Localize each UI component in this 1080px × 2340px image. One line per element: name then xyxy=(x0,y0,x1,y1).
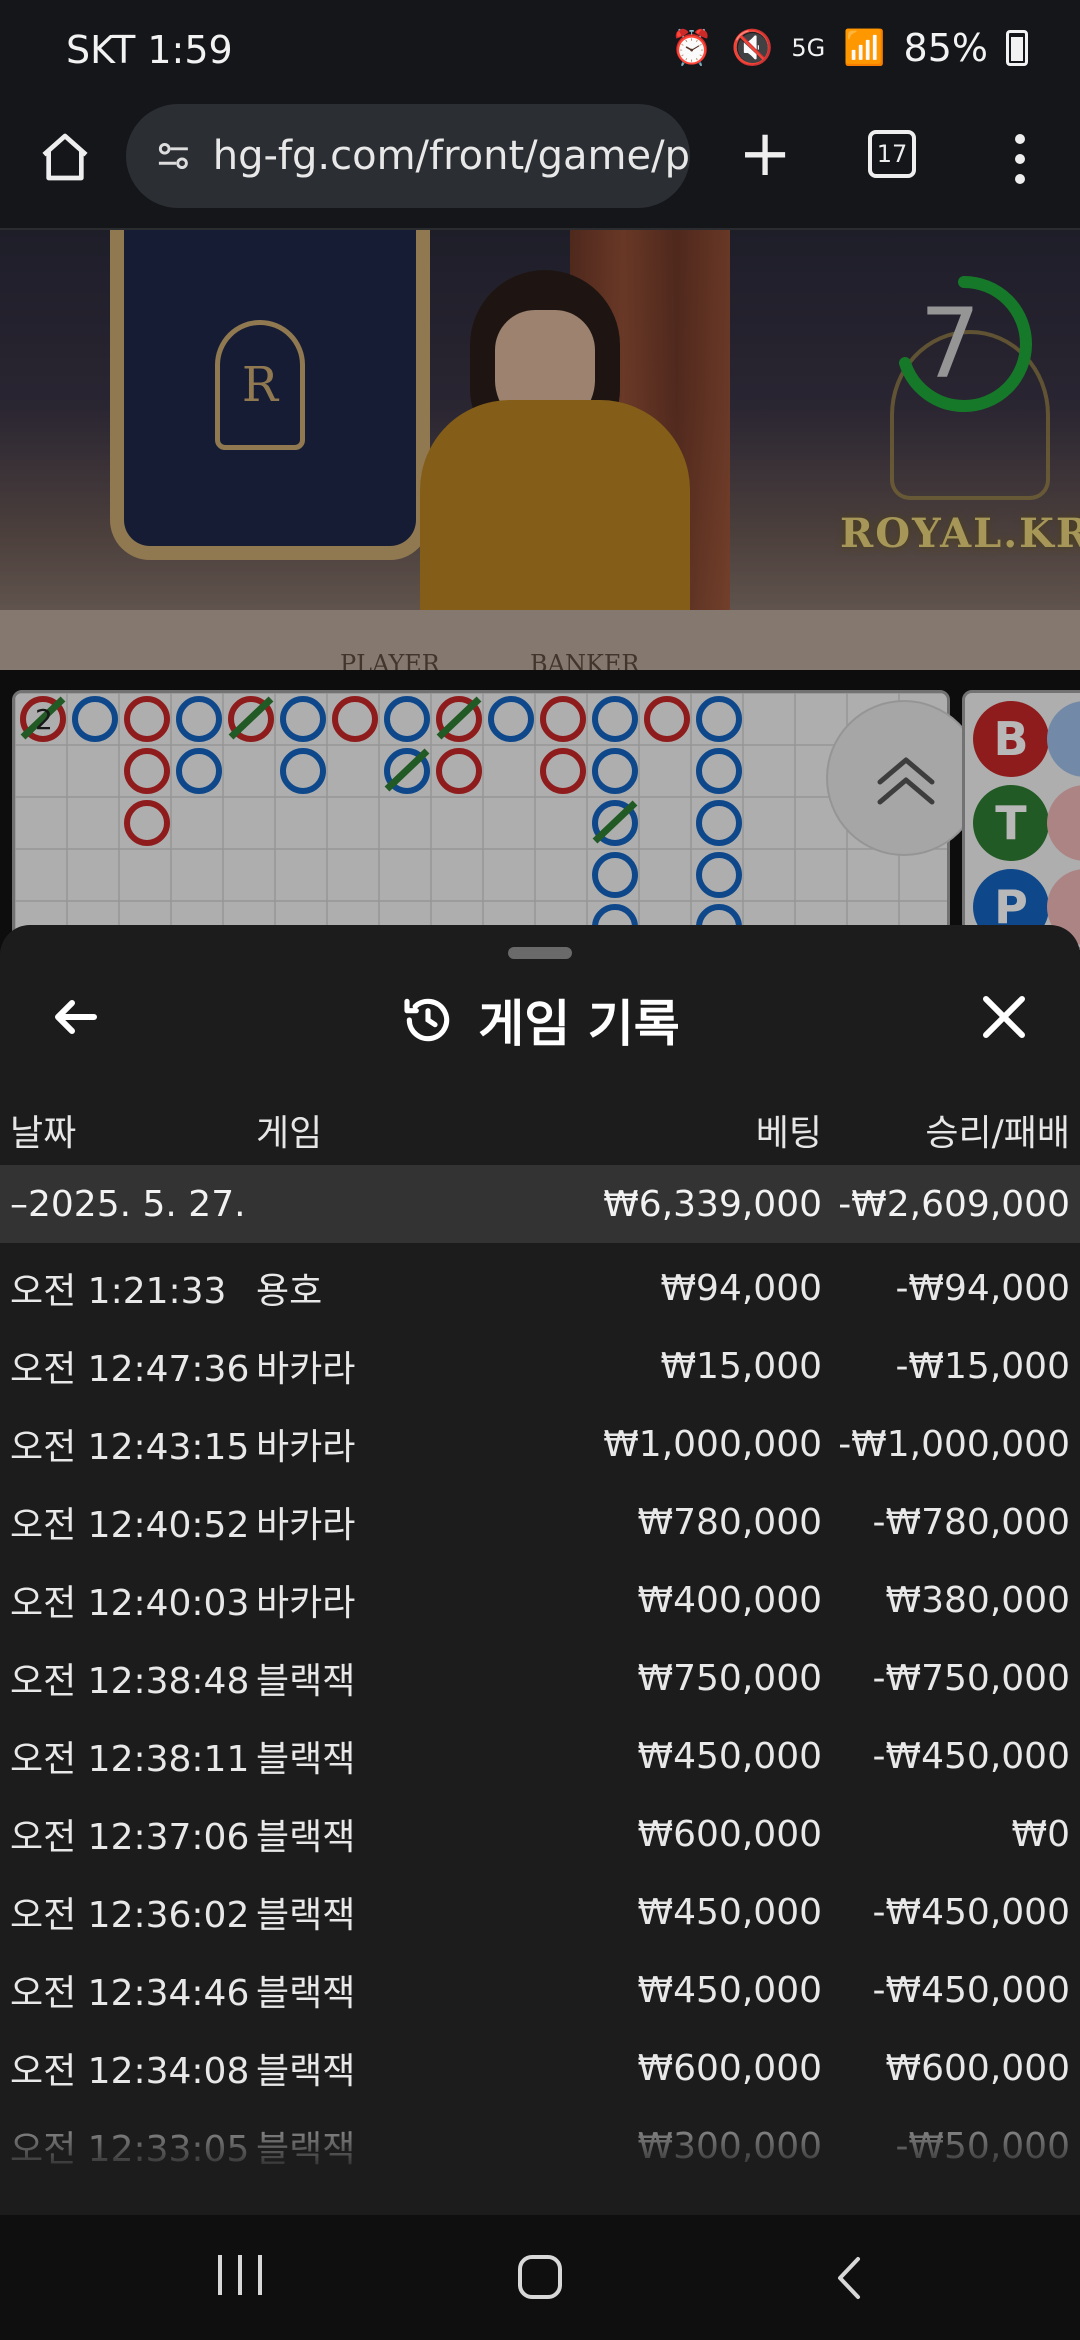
status-icons: ⏰ 🔇 5G 📶 85% xyxy=(671,26,1028,70)
row-bet: ₩450,000 xyxy=(637,1735,822,1777)
header-game[interactable]: 게임 xyxy=(256,1090,322,1170)
status-bar: SKT 1:59 ⏰ 🔇 5G 📶 85% xyxy=(0,0,1080,100)
history-row[interactable]: 오전 1:21:33 용호 ₩94,000 -₩94,000 xyxy=(0,1249,1080,1327)
date-group-row[interactable]: –2025. 5. 27. ₩6,339,000 -₩2,609,000 xyxy=(0,1165,1080,1243)
row-result: ₩380,000 xyxy=(885,1579,1070,1621)
system-nav-bar xyxy=(0,2215,1080,2340)
history-row[interactable]: 오전 12:37:06 블랙잭 ₩600,000 ₩0 xyxy=(0,1795,1080,1873)
row-game: 블랙잭 xyxy=(256,1973,356,2014)
row-time: 오전 12:47:36 xyxy=(10,1349,250,1390)
url-text: hg-fg.com/front/game/p xyxy=(212,133,690,179)
history-icon xyxy=(404,998,450,1042)
row-result: -₩450,000 xyxy=(872,1891,1070,1933)
row-time: 오전 12:36:02 xyxy=(10,1895,250,1936)
history-row[interactable]: 오전 12:38:11 블랙잭 ₩450,000 -₩450,000 xyxy=(0,1717,1080,1795)
row-bet: ₩400,000 xyxy=(637,1579,822,1621)
row-time: 오전 12:38:11 xyxy=(10,1739,250,1780)
close-icon xyxy=(983,996,1025,1038)
row-bet: ₩1,000,000 xyxy=(603,1423,822,1465)
row-bet: ₩780,000 xyxy=(637,1501,822,1543)
row-game: 블랙잭 xyxy=(256,1739,356,1780)
history-row[interactable]: 오전 12:40:52 바카라 ₩780,000 -₩780,000 xyxy=(0,1483,1080,1561)
home-icon xyxy=(42,133,88,181)
row-result: -₩450,000 xyxy=(872,1969,1070,2011)
mute-icon: 🔇 xyxy=(730,28,774,68)
home-nav-button[interactable] xyxy=(518,2255,562,2299)
row-result: -₩450,000 xyxy=(872,1735,1070,1777)
row-game: 블랙잭 xyxy=(256,1661,356,1702)
close-button[interactable] xyxy=(972,985,1036,1049)
header-result[interactable]: 승리/패배 xyxy=(925,1090,1070,1170)
battery-percent: 85% xyxy=(903,26,988,70)
address-bar[interactable]: hg-fg.com/front/game/p xyxy=(126,104,690,208)
history-sheet: 게임 기록 날짜 게임 베팅 승리/패배 –2025. 5. 27. ₩6,33… xyxy=(0,925,1080,2215)
signal-icon: 📶 xyxy=(843,28,886,68)
sheet-grabber[interactable] xyxy=(508,947,572,959)
back-nav-button[interactable] xyxy=(826,2253,876,2303)
row-game: 바카라 xyxy=(256,1349,356,1390)
chevron-left-icon xyxy=(838,2257,860,2299)
sheet-header: 게임 기록 xyxy=(0,975,1080,1065)
history-row[interactable]: 오전 12:38:48 블랙잭 ₩750,000 -₩750,000 xyxy=(0,1639,1080,1717)
site-settings-icon[interactable] xyxy=(156,135,191,177)
row-game: 바카라 xyxy=(256,1505,356,1546)
row-result: -₩750,000 xyxy=(872,1657,1070,1699)
row-time: 오전 12:34:46 xyxy=(10,1973,250,2014)
header-date[interactable]: 날짜 xyxy=(10,1090,76,1170)
history-row[interactable]: 오전 12:43:15 바카라 ₩1,000,000 -₩1,000,000 xyxy=(0,1405,1080,1483)
row-time: 오전 12:43:15 xyxy=(10,1427,250,1468)
overflow-menu-button[interactable] xyxy=(1000,124,1040,194)
scroll-fade xyxy=(0,2085,1080,2215)
row-time: 오전 12:40:03 xyxy=(10,1583,250,1624)
header-bet[interactable]: 베팅 xyxy=(756,1090,822,1170)
row-game: 바카라 xyxy=(256,1583,356,1624)
row-time: 오전 12:40:52 xyxy=(10,1505,250,1546)
5g-data-icon: 5G xyxy=(791,34,826,62)
row-game: 블랙잭 xyxy=(256,1895,356,1936)
new-tab-button[interactable]: + xyxy=(730,122,800,192)
tab-switcher-button[interactable]: 17 xyxy=(868,130,916,178)
row-bet: ₩600,000 xyxy=(637,1813,822,1855)
browser-toolbar: hg-fg.com/front/game/p + 17 xyxy=(0,100,1080,230)
row-bet: ₩94,000 xyxy=(660,1267,822,1309)
history-list: 오전 1:21:33 용호 ₩94,000 -₩94,000 오전 12:47:36 바카… xyxy=(0,1249,1080,2185)
group-date: –2025. 5. 27. xyxy=(10,1183,246,1225)
group-result-total: -₩2,609,000 xyxy=(838,1183,1070,1225)
row-result: ₩0 xyxy=(1011,1813,1071,1855)
row-game: 블랙잭 xyxy=(256,1817,356,1858)
row-bet: ₩15,000 xyxy=(660,1345,822,1387)
row-result: -₩1,000,000 xyxy=(838,1423,1070,1465)
row-bet: ₩450,000 xyxy=(637,1891,822,1933)
recents-button[interactable] xyxy=(218,2255,262,2299)
home-button[interactable] xyxy=(30,122,100,192)
row-result: -₩780,000 xyxy=(872,1501,1070,1543)
history-row[interactable]: 오전 12:34:46 블랙잭 ₩450,000 -₩450,000 xyxy=(0,1951,1080,2029)
row-game: 용호 xyxy=(256,1271,323,1312)
row-result: -₩15,000 xyxy=(895,1345,1070,1387)
row-time: 오전 1:21:33 xyxy=(10,1271,227,1312)
history-row[interactable]: 오전 12:36:02 블랙잭 ₩450,000 -₩450,000 xyxy=(0,1873,1080,1951)
row-bet: ₩750,000 xyxy=(637,1657,822,1699)
status-time: SKT 1:59 xyxy=(66,28,233,72)
alarm-icon: ⏰ xyxy=(670,28,713,68)
sheet-title: 게임 기록 xyxy=(478,995,680,1053)
row-time: 오전 12:37:06 xyxy=(10,1817,250,1858)
history-row[interactable]: 오전 12:47:36 바카라 ₩15,000 -₩15,000 xyxy=(0,1327,1080,1405)
group-bet-total: ₩6,339,000 xyxy=(603,1183,822,1225)
row-bet: ₩450,000 xyxy=(637,1969,822,2011)
row-game: 바카라 xyxy=(256,1427,356,1468)
table-header: 날짜 게임 베팅 승리/패배 xyxy=(0,1090,1080,1170)
row-time: 오전 12:38:48 xyxy=(10,1661,250,1702)
history-row[interactable]: 오전 12:40:03 바카라 ₩400,000 ₩380,000 xyxy=(0,1561,1080,1639)
row-result: -₩94,000 xyxy=(895,1267,1070,1309)
battery-icon xyxy=(1006,30,1028,66)
dim-overlay xyxy=(0,230,1080,950)
